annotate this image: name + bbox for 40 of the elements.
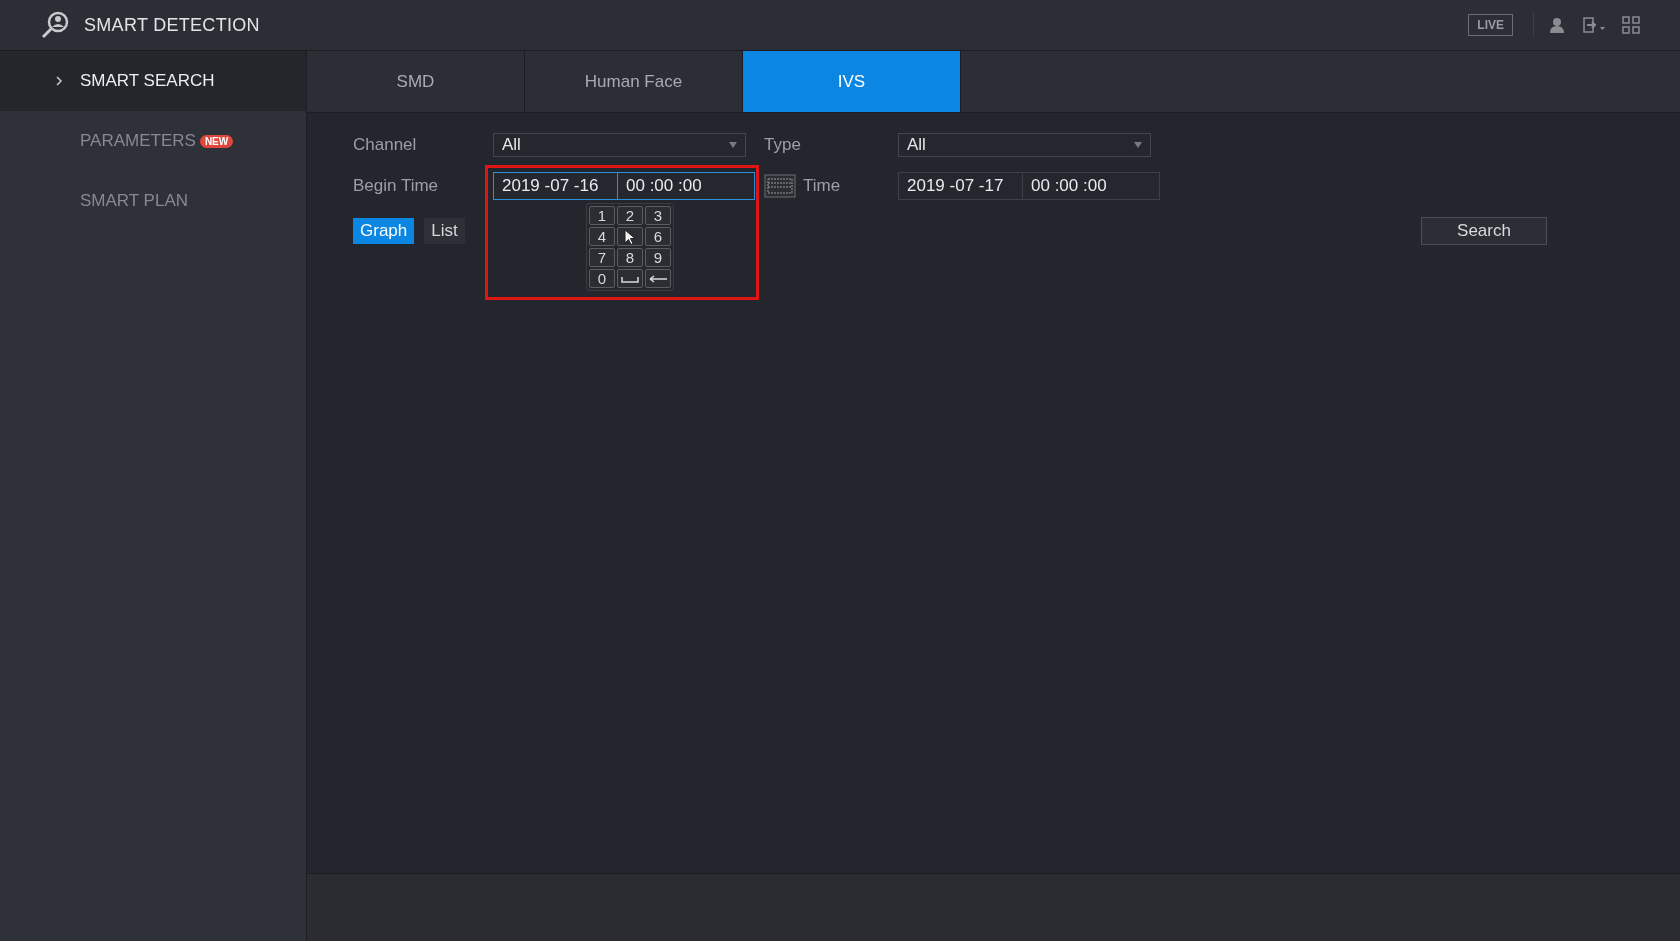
field-label: Begin Time — [353, 176, 440, 196]
keypad-key[interactable]: 0 — [589, 269, 615, 288]
view-mode-button[interactable]: List — [424, 218, 465, 244]
live-button[interactable]: LIVE — [1468, 14, 1513, 36]
keypad-key[interactable]: 6 — [645, 227, 671, 246]
sidebar-item[interactable]: PARAMETERS NEW — [0, 111, 306, 171]
begin-time-field[interactable]: 2019 -07 -16 00 :00 :00 — [493, 172, 755, 200]
keypad-key[interactable] — [617, 227, 643, 246]
keypad-key[interactable]: 1 — [589, 206, 615, 225]
keypad-key[interactable] — [617, 269, 643, 288]
keyboard-icon[interactable] — [763, 174, 797, 198]
channel-dropdown[interactable]: All — [493, 133, 746, 157]
sidebar-item[interactable]: SMART PLAN — [0, 171, 306, 231]
end-time-field[interactable]: 2019 -07 -17 00 :00 :00 — [898, 172, 1160, 200]
new-badge: NEW — [199, 134, 234, 148]
backspace-icon — [648, 272, 668, 285]
sidebar-item[interactable]: SMART SEARCH — [0, 51, 306, 111]
user-icon[interactable] — [1548, 16, 1566, 34]
keypad-key[interactable]: 3 — [645, 206, 671, 225]
caret-icon — [1134, 142, 1142, 148]
keypad-key[interactable]: 7 — [589, 248, 615, 267]
field-label: Channel — [353, 135, 418, 155]
keypad-key[interactable]: 8 — [617, 248, 643, 267]
app-title: SMART DETECTION — [84, 14, 260, 36]
keypad-key[interactable]: 2 — [617, 206, 643, 225]
caret-icon — [729, 142, 737, 148]
tab[interactable]: SMD — [307, 51, 525, 112]
field-label: Time — [803, 176, 842, 196]
cursor-icon — [624, 228, 636, 245]
keypad-key[interactable] — [645, 269, 671, 288]
view-mode-button[interactable]: Graph — [353, 218, 415, 244]
keypad-key[interactable]: 4 — [589, 227, 615, 246]
keypad-key[interactable]: 9 — [645, 248, 671, 267]
tab[interactable]: IVS — [743, 51, 961, 112]
type-dropdown[interactable]: All — [898, 133, 1151, 157]
grid-icon[interactable] — [1622, 16, 1640, 34]
logout-icon[interactable] — [1582, 16, 1606, 34]
search-button[interactable]: Search — [1421, 217, 1547, 245]
field-label: Type — [764, 135, 802, 155]
chevron-icon — [54, 75, 64, 87]
